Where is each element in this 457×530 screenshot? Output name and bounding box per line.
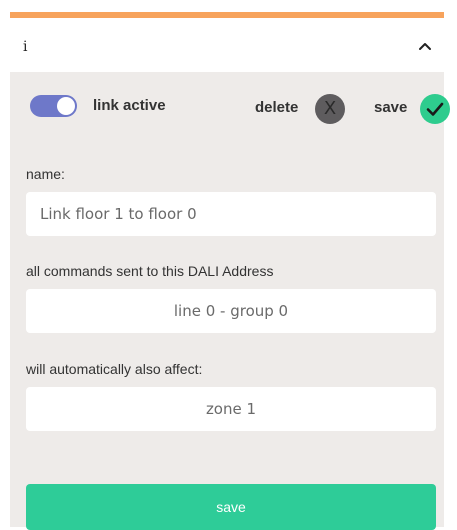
target-zone-selector[interactable]: zone 1 <box>26 387 436 431</box>
check-circle-icon <box>426 102 444 116</box>
panel-title: i <box>23 39 28 55</box>
panel-header[interactable]: i <box>10 18 444 72</box>
chevron-up-icon[interactable] <box>418 41 432 51</box>
delete-label: delete <box>255 99 299 116</box>
link-active-label: link active <box>93 97 166 114</box>
save-label: save <box>374 99 408 116</box>
source-address-selector[interactable]: line 0 - group 0 <box>26 289 436 333</box>
name-field-box <box>26 192 436 236</box>
save-icon-button[interactable] <box>420 94 450 124</box>
delete-button[interactable]: X <box>315 94 345 124</box>
source-address-label: all commands sent to this DALI Address <box>26 263 274 279</box>
panel-body: link active delete X save name: all comm… <box>10 72 450 530</box>
link-active-toggle[interactable] <box>30 95 77 117</box>
link-panel: i link active delete X save name: all co… <box>10 12 450 530</box>
name-label: name: <box>26 166 65 182</box>
name-input[interactable] <box>26 192 436 236</box>
toggle-knob <box>57 97 75 115</box>
save-button[interactable]: save <box>26 484 436 530</box>
target-label: will automatically also affect: <box>26 361 203 377</box>
close-circle-icon: X <box>323 98 337 119</box>
